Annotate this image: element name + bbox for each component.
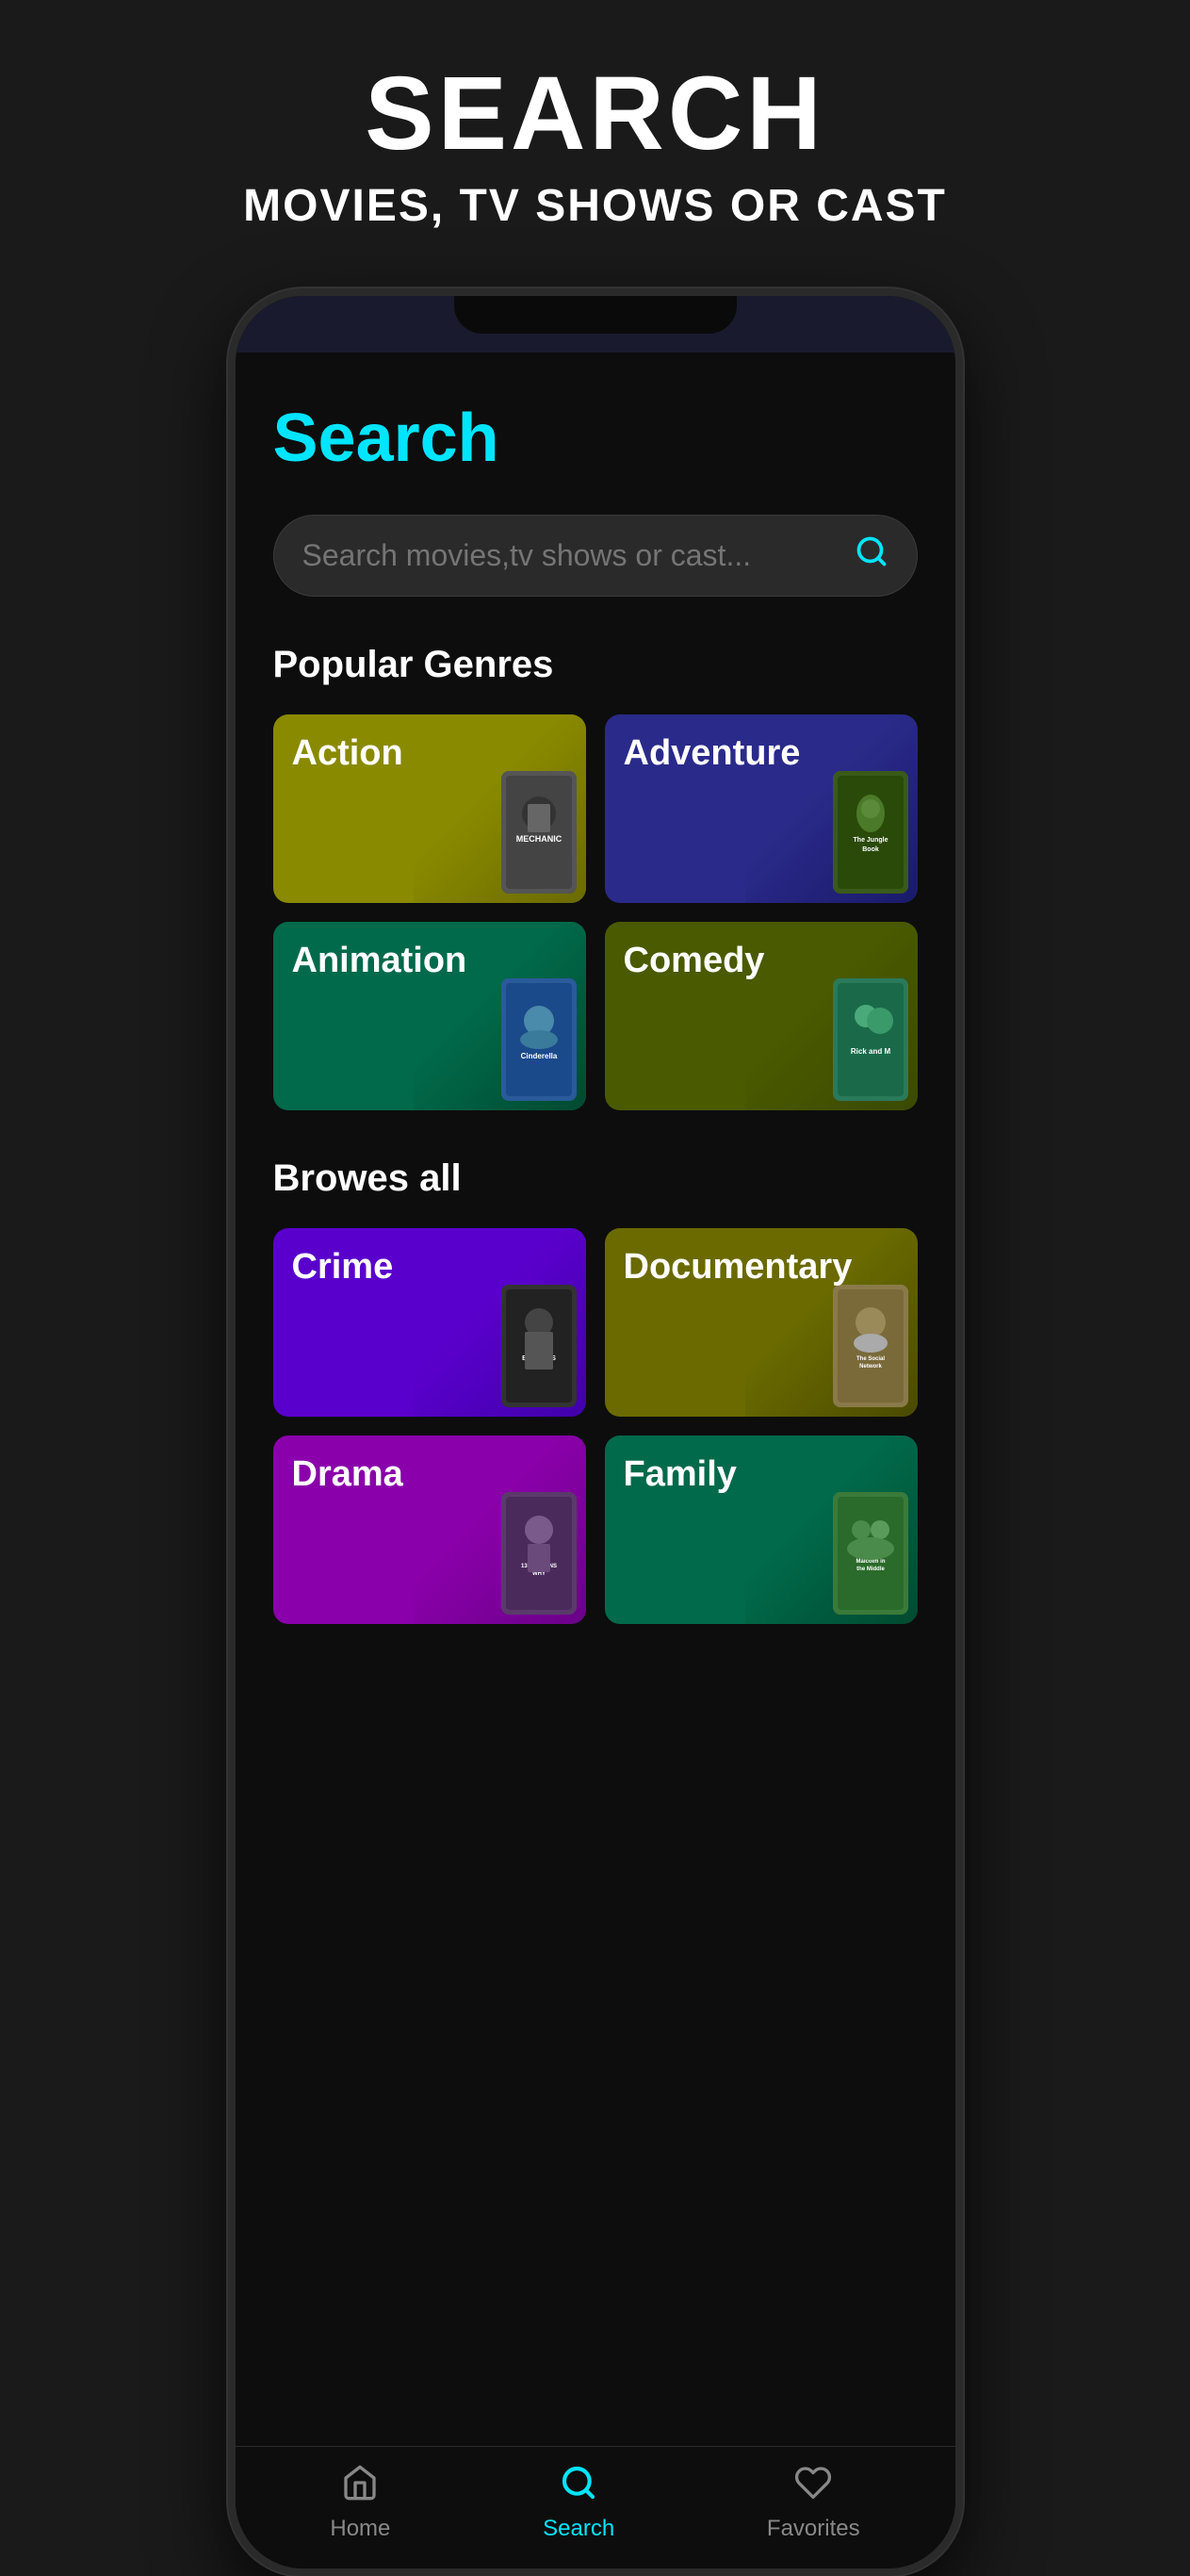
volume-down-button <box>228 673 232 748</box>
genre-card-family[interactable]: Family Malcolm in the Middle <box>605 1436 918 1624</box>
favorites-icon <box>794 2464 832 2511</box>
search-screen-title: Search <box>273 400 918 477</box>
nav-label-home: Home <box>330 2516 390 2542</box>
bottom-nav: Home Search Favorites <box>236 2446 955 2568</box>
genre-card-crime[interactable]: Crime PEAKY BLINDERS <box>273 1228 586 1417</box>
phone-screen: Search Popular Genres Action <box>236 296 955 2568</box>
genre-label-drama: Drama <box>292 1454 403 1495</box>
genre-card-animation[interactable]: Animation Cinderella <box>273 922 586 1110</box>
popular-genres-grid: Action MECHANIC <box>273 714 918 1110</box>
poster-family: Malcolm in the Middle <box>833 1492 908 1615</box>
poster-drama: 13 REASONS WHY <box>501 1492 577 1615</box>
genre-label-documentary: Documentary <box>624 1247 853 1288</box>
genre-label-family: Family <box>624 1454 737 1495</box>
page-subtitle: MOVIES, TV SHOWS OR CAST <box>38 180 1152 232</box>
svg-text:Network: Network <box>859 1364 882 1370</box>
nav-item-search[interactable]: Search <box>543 2464 614 2542</box>
genre-label-action: Action <box>292 733 403 774</box>
browse-all-title: Browes all <box>273 1157 918 1200</box>
genre-label-adventure: Adventure <box>624 733 801 774</box>
page-header: SEARCH MOVIES, TV SHOWS OR CAST <box>0 0 1190 270</box>
svg-text:MECHANIC: MECHANIC <box>515 834 562 844</box>
search-input[interactable] <box>302 538 855 573</box>
genre-image-action: MECHANIC <box>414 714 586 903</box>
nav-item-favorites[interactable]: Favorites <box>767 2464 860 2542</box>
genre-image-drama: 13 REASONS WHY <box>414 1436 586 1624</box>
genre-image-family: Malcolm in the Middle <box>745 1436 918 1624</box>
genre-image-comedy: Rick and M <box>745 922 918 1110</box>
app-content: Search Popular Genres Action <box>236 353 955 2446</box>
poster-animation: Cinderella <box>501 978 577 1101</box>
phone-notch <box>454 296 737 334</box>
phone-frame: Search Popular Genres Action <box>228 288 963 2576</box>
nav-item-home[interactable]: Home <box>330 2464 390 2542</box>
genre-card-adventure[interactable]: Adventure The Jungle Book <box>605 714 918 903</box>
poster-documentary: The Social Network <box>833 1285 908 1407</box>
svg-text:The Social: The Social <box>856 1356 884 1362</box>
genre-label-comedy: Comedy <box>624 941 765 981</box>
genre-label-animation: Animation <box>292 941 467 981</box>
power-button <box>959 626 963 739</box>
genre-card-comedy[interactable]: Comedy Rick and M <box>605 922 918 1110</box>
svg-text:the Middle: the Middle <box>856 1567 885 1572</box>
svg-text:Cinderella: Cinderella <box>520 1052 557 1060</box>
genre-card-drama[interactable]: Drama 13 REASONS WHY <box>273 1436 586 1624</box>
search-bar[interactable] <box>273 515 918 597</box>
popular-genres-title: Popular Genres <box>273 644 918 686</box>
poster-crime: PEAKY BLINDERS <box>501 1285 577 1407</box>
volume-up-button <box>228 579 232 654</box>
poster-action: MECHANIC <box>501 771 577 894</box>
browse-all-grid: Crime PEAKY BLINDERS <box>273 1228 918 1624</box>
genre-card-action[interactable]: Action MECHANIC <box>273 714 586 903</box>
svg-text:Rick and M: Rick and M <box>850 1047 890 1056</box>
search-nav-icon <box>560 2464 597 2511</box>
poster-comedy: Rick and M <box>833 978 908 1101</box>
svg-text:The Jungle: The Jungle <box>853 837 888 844</box>
svg-text:Book: Book <box>862 846 879 853</box>
home-icon <box>341 2464 379 2511</box>
nav-label-search: Search <box>543 2516 614 2542</box>
page-title: SEARCH <box>38 57 1152 171</box>
poster-adventure: The Jungle Book <box>833 771 908 894</box>
nav-label-favorites: Favorites <box>767 2516 860 2542</box>
search-icon[interactable] <box>855 534 888 577</box>
genre-image-crime: PEAKY BLINDERS <box>414 1228 586 1417</box>
genre-card-documentary[interactable]: Documentary The Social Network <box>605 1228 918 1417</box>
genre-label-crime: Crime <box>292 1247 394 1288</box>
